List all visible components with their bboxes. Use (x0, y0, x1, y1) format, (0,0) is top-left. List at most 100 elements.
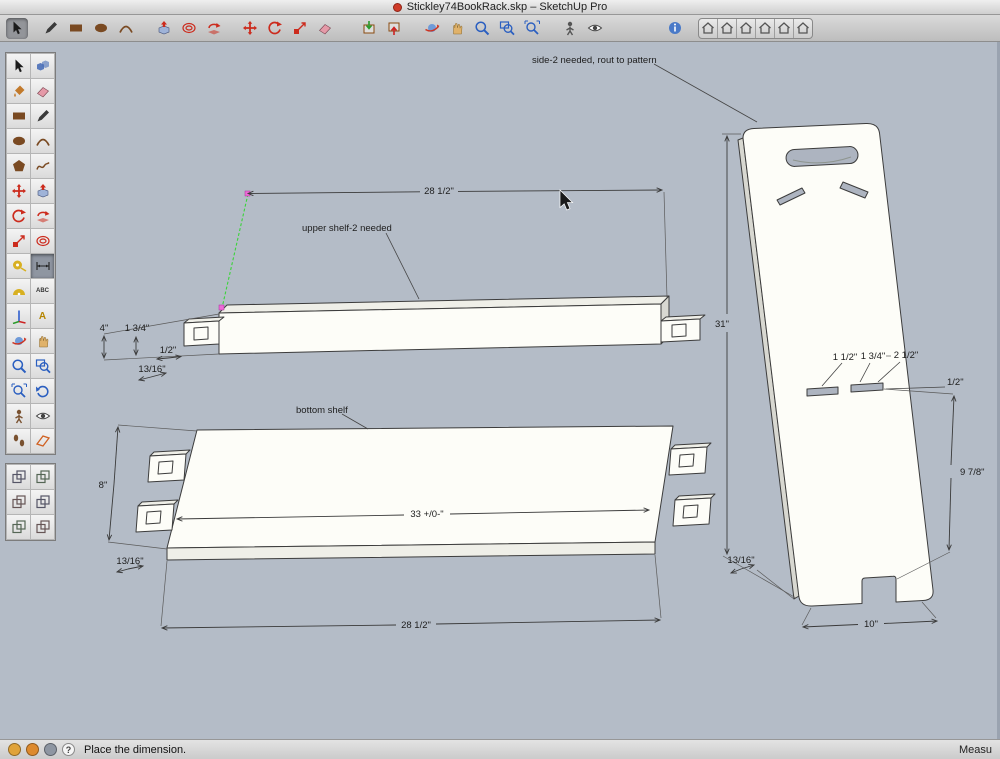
offset-tool-button[interactable] (178, 18, 200, 39)
dim-side-thickness-text[interactable]: 13/16" (727, 555, 754, 566)
left-view-button[interactable] (794, 19, 812, 38)
position-camera-tool-button[interactable] (7, 404, 30, 428)
orbit-tool-button[interactable] (421, 18, 443, 39)
tape-measure-tool-button[interactable] (7, 254, 30, 278)
section-plane-tool-button[interactable] (31, 429, 54, 453)
tenon-slot-right[interactable] (851, 383, 883, 392)
protractor-tool-button[interactable] (7, 279, 30, 303)
follow-me-tool-button[interactable] (31, 204, 54, 228)
dim-upper-width-text[interactable]: 4" (100, 323, 109, 334)
dim-side-width-text[interactable]: 10" (864, 619, 878, 630)
orbit-tool-button[interactable] (7, 329, 30, 353)
select-tool-button[interactable] (6, 18, 28, 39)
pan-tool-button[interactable] (446, 18, 468, 39)
3d-text-tool-button[interactable]: A (31, 304, 54, 328)
dim-upper-offset-text[interactable]: 1 3/4" (125, 323, 150, 334)
dim-bottom-overall-text[interactable]: 33 +/0-" (410, 509, 443, 520)
previous-view-tool-button[interactable] (31, 379, 54, 403)
dim-bottom-width-text[interactable]: 8" (99, 480, 108, 491)
line-tool-button[interactable] (31, 104, 54, 128)
dim-side-slot-c-text[interactable]: 2 1/2" (894, 350, 919, 361)
dim-side-height-text[interactable]: 31" (715, 319, 729, 330)
zoom-window-tool-button[interactable] (31, 354, 54, 378)
zoom-extents-tool-button[interactable] (521, 18, 543, 39)
dimension-endpoint-handle[interactable] (219, 305, 224, 310)
push-pull-tool-button[interactable] (31, 179, 54, 203)
trim-tool-button[interactable] (7, 515, 30, 539)
rotate-tool-button[interactable] (264, 18, 286, 39)
make-component-tool-button[interactable] (31, 54, 54, 78)
dim-bottom-thickness-text[interactable]: 13/16" (116, 556, 143, 567)
polygon-tool-button[interactable] (7, 154, 30, 178)
split-tool-button[interactable] (31, 515, 54, 539)
instructor-button[interactable] (664, 18, 686, 39)
dim-side-slot-b-text[interactable]: 1 3/4" (861, 351, 886, 362)
model-canvas[interactable]: side-2 needed, rout to pattern upper she… (0, 42, 1000, 740)
rotate-tool-button[interactable] (7, 204, 30, 228)
upper-shelf-geometry[interactable] (184, 296, 705, 354)
dim-upper-half-text[interactable]: 1/2" (160, 345, 177, 356)
upper-shelf-label-text[interactable]: upper shelf-2 needed (302, 223, 392, 234)
side-label-text[interactable]: side-2 needed, rout to pattern (532, 55, 657, 66)
line-tool-button[interactable] (40, 18, 62, 39)
paint-bucket-tool-button[interactable] (7, 79, 30, 103)
follow-me-tool-button[interactable] (203, 18, 225, 39)
dim-upper-length-text[interactable]: 28 1/2" (424, 186, 454, 197)
upper-shelf-label[interactable]: upper shelf-2 needed (302, 223, 419, 299)
help-icon[interactable]: ? (62, 743, 75, 756)
select-tool-button[interactable] (7, 54, 30, 78)
tenon-slot-left[interactable] (807, 387, 838, 396)
dim-side-slot-a-text[interactable]: 1 1/2" (833, 352, 858, 363)
drawing-canvas[interactable]: side-2 needed, rout to pattern upper she… (0, 42, 1000, 740)
get-models-button[interactable] (358, 18, 380, 39)
eraser-tool-button[interactable] (31, 79, 54, 103)
status-badge-1-icon[interactable] (8, 743, 21, 756)
iso-view-button[interactable] (699, 19, 718, 38)
bottom-shelf-geometry[interactable] (136, 426, 715, 560)
look-around-tool-button[interactable] (584, 18, 606, 39)
dim-side-half-text[interactable]: 1/2" (947, 377, 964, 388)
move-tool-button[interactable] (239, 18, 261, 39)
move-tool-button[interactable] (7, 179, 30, 203)
dimension-tool-button[interactable] (31, 254, 54, 278)
front-view-button[interactable] (737, 19, 756, 38)
position-camera-tool-button[interactable] (559, 18, 581, 39)
dim-side-lower-text[interactable]: 9 7/8" (960, 467, 985, 478)
circle-tool-button[interactable] (7, 129, 30, 153)
bottom-shelf-label[interactable]: bottom shelf (296, 405, 368, 429)
title-bar[interactable]: Stickley74BookRack.skp – SketchUp Pro (0, 0, 1000, 15)
union-tool-button[interactable] (7, 490, 30, 514)
pan-tool-button[interactable] (31, 329, 54, 353)
text-tool-button[interactable]: ABC (31, 279, 54, 303)
zoom-window-tool-button[interactable] (496, 18, 518, 39)
side-panel-geometry[interactable] (738, 123, 933, 606)
side-panel-label[interactable]: side-2 needed, rout to pattern (532, 55, 757, 122)
handle-cutout[interactable] (786, 146, 859, 167)
zoom-tool-button[interactable] (471, 18, 493, 39)
walk-tool-button[interactable] (7, 429, 30, 453)
share-model-button[interactable] (383, 18, 405, 39)
outer-shell-tool-button[interactable] (7, 465, 30, 489)
scale-tool-button[interactable] (289, 18, 311, 39)
subtract-tool-button[interactable] (31, 490, 54, 514)
dim-bottom-length-text[interactable]: 28 1/2" (401, 620, 431, 631)
dim-upper-thickness-text[interactable]: 13/16" (138, 364, 165, 375)
back-view-button[interactable] (775, 19, 794, 38)
arc-tool-button[interactable] (31, 129, 54, 153)
bottom-shelf-label-text[interactable]: bottom shelf (296, 405, 348, 416)
offset-tool-button[interactable] (31, 229, 54, 253)
intersect-tool-button[interactable] (31, 465, 54, 489)
upper-shelf-dimensions[interactable]: 28 1/2" 4" 1 3/4" 1/2" 13/16" (100, 186, 667, 380)
zoom-extents-tool-button[interactable] (7, 379, 30, 403)
freehand-tool-button[interactable] (31, 154, 54, 178)
top-view-button[interactable] (718, 19, 737, 38)
zoom-tool-button[interactable] (7, 354, 30, 378)
right-view-button[interactable] (756, 19, 775, 38)
look-around-tool-button[interactable] (31, 404, 54, 428)
eraser-tool-button[interactable] (314, 18, 336, 39)
status-badge-2-icon[interactable] (26, 743, 39, 756)
push-pull-tool-button[interactable] (153, 18, 175, 39)
scale-tool-button[interactable] (7, 229, 30, 253)
rectangle-tool-button[interactable] (65, 18, 87, 39)
circle-tool-button[interactable] (90, 18, 112, 39)
